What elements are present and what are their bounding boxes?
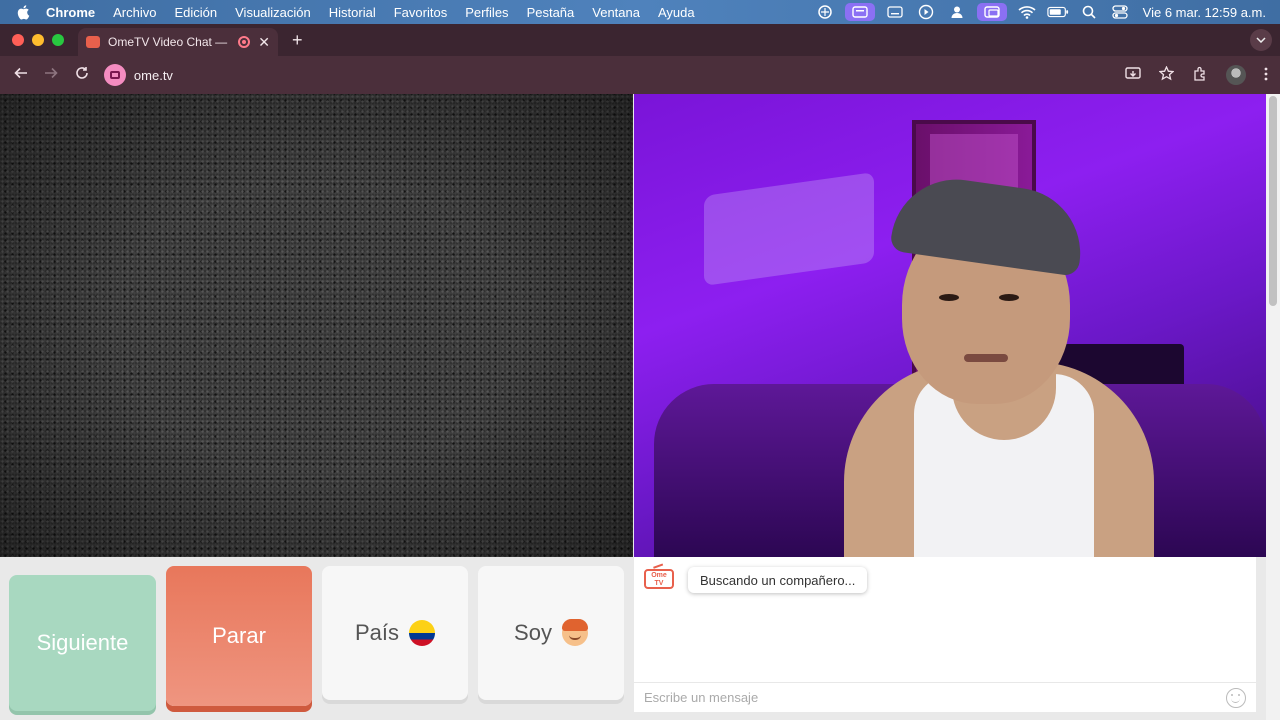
- zoom-window-button[interactable]: [52, 34, 64, 46]
- reload-icon: [76, 67, 88, 79]
- close-window-button[interactable]: [12, 34, 24, 46]
- arrow-right-icon: [45, 67, 59, 79]
- tab-search-button[interactable]: [1250, 29, 1272, 51]
- apple-icon[interactable]: [16, 4, 32, 20]
- self-camera-video: [634, 94, 1266, 557]
- install-app-icon[interactable]: [1125, 66, 1141, 84]
- status-message-text: Buscando un compañero...: [700, 572, 856, 588]
- menu-app-name[interactable]: Chrome: [46, 5, 95, 20]
- new-tab-button[interactable]: +: [292, 30, 303, 51]
- close-tab-button[interactable]: ✕: [258, 34, 270, 51]
- stop-button-label: Parar: [212, 623, 266, 648]
- message-input-row: [634, 682, 1256, 712]
- chevron-down-icon: [1256, 37, 1266, 43]
- wifi-icon[interactable]: [1016, 3, 1038, 21]
- user-icon[interactable]: [946, 3, 968, 21]
- menu-historial[interactable]: Historial: [329, 5, 376, 20]
- page-scrollbar[interactable]: [1266, 94, 1280, 720]
- next-button-label: Siguiente: [36, 630, 129, 655]
- country-filter-button[interactable]: País: [322, 566, 468, 700]
- menu-ventana[interactable]: Ventana: [592, 5, 640, 20]
- ometv-favicon-icon: [86, 36, 100, 48]
- status-message-bubble: Buscando un compañero...: [688, 567, 868, 593]
- sync-status-icon[interactable]: [814, 3, 836, 21]
- country-button-label: País: [354, 620, 400, 645]
- battery-icon[interactable]: [1046, 3, 1069, 21]
- keyboard-icon[interactable]: [884, 3, 906, 21]
- emoji-picker-icon[interactable]: [1226, 688, 1246, 708]
- macos-menubar: Chrome Archivo Edición Visualización His…: [0, 0, 1280, 24]
- url-text[interactable]: ome.tv: [134, 68, 173, 83]
- chat-panel: Ome TV Buscando un compañero...: [634, 557, 1256, 712]
- arrow-left-icon: [14, 67, 27, 79]
- menu-favoritos[interactable]: Favoritos: [394, 5, 447, 20]
- menu-pestana[interactable]: Pestaña: [527, 5, 575, 20]
- scrollbar-thumb[interactable]: [1269, 96, 1277, 306]
- play-icon[interactable]: [915, 3, 937, 21]
- gender-select-button[interactable]: Soy: [478, 566, 624, 700]
- tab-title: OmeTV Video Chat — Om: [108, 35, 230, 49]
- person-in-camera: [784, 171, 1204, 557]
- profile-avatar[interactable]: [1226, 65, 1247, 85]
- menu-ayuda[interactable]: Ayuda: [658, 5, 695, 20]
- site-info-icon[interactable]: [103, 64, 126, 86]
- colombia-flag-icon: [409, 620, 436, 646]
- next-button[interactable]: Siguiente: [9, 575, 156, 711]
- extensions-icon[interactable]: [1192, 66, 1208, 85]
- stop-button[interactable]: Parar: [166, 566, 312, 706]
- message-input[interactable]: [644, 690, 1204, 705]
- forward-button[interactable]: [42, 66, 62, 84]
- partner-video-static: [0, 94, 633, 557]
- screen-mirroring-icon[interactable]: [976, 3, 1007, 21]
- screen-recording-icon[interactable]: [844, 3, 875, 21]
- browser-toolbar: ome.tv: [0, 56, 1280, 94]
- menu-archivo[interactable]: Archivo: [113, 5, 156, 20]
- gender-button-label: Soy: [514, 620, 552, 645]
- reload-button[interactable]: [72, 66, 92, 84]
- window-controls: [12, 34, 64, 46]
- address-bar[interactable]: ome.tv: [103, 61, 1125, 89]
- minimize-window-button[interactable]: [32, 34, 44, 46]
- ometv-logo: Ome TV: [644, 569, 674, 589]
- search-icon[interactable]: [1078, 3, 1100, 21]
- tab-strip: OmeTV Video Chat — Om ✕ +: [0, 24, 1280, 56]
- menu-perfiles[interactable]: Perfiles: [465, 5, 508, 20]
- control-center-icon[interactable]: [1109, 3, 1131, 21]
- menu-edicion[interactable]: Edición: [174, 5, 217, 20]
- more-menu-icon[interactable]: [1264, 67, 1268, 84]
- ometv-page: Siguiente Parar País Soy Ome TV Buscando…: [0, 94, 1280, 720]
- menu-visualizacion[interactable]: Visualización: [235, 5, 311, 20]
- back-button[interactable]: [11, 66, 31, 84]
- bookmark-star-icon[interactable]: [1158, 65, 1175, 84]
- browser-chrome: OmeTV Video Chat — Om ✕ + ome.tv: [0, 24, 1280, 94]
- recording-indicator-icon: [238, 36, 251, 48]
- boy-emoji-icon: [561, 619, 588, 646]
- tab-ometv[interactable]: OmeTV Video Chat — Om ✕: [78, 28, 278, 56]
- menubar-clock[interactable]: Vie 6 mar. 12:59 a.m.: [1143, 5, 1266, 20]
